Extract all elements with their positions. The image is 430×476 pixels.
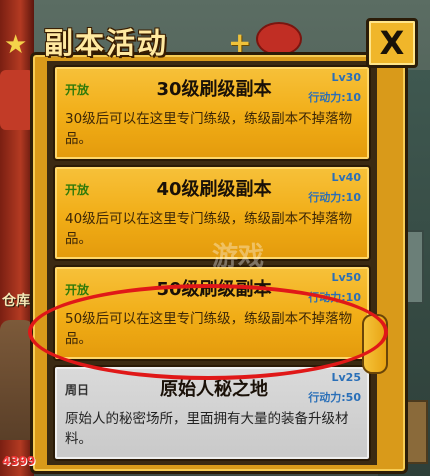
star-icon: ★ [4,30,28,60]
dungeon-card-30[interactable]: 开放 30级刷级副本 Lv30 行动力:10 30级后可以在这里专门练级，练级副… [53,65,371,161]
dungeon-action-points: 行动力:50 [308,391,361,404]
dungeon-level: Lv40 [331,171,362,184]
close-icon: X [379,24,405,62]
watermark: 游戏 [212,242,265,272]
dungeon-action-points: 行动力:10 [308,191,361,204]
dungeon-description: 原始人的秘密场所，里面拥有大量的装备升级材料。 [65,411,349,447]
character-hat [0,70,34,130]
dungeon-level: Lv30 [331,71,362,84]
warehouse-label[interactable]: 仓库 [2,290,30,310]
dungeon-action-points: 行动力:10 [308,91,361,104]
highlight-ring [28,284,388,380]
dungeon-level: Lv25 [331,371,362,384]
panel-title: 副本活动 [44,26,169,60]
close-button[interactable]: X [366,18,418,68]
dungeon-description: 30级后可以在这里专门练级，练级副本不掉落物品。 [65,111,353,147]
site-logo: 4399 [2,454,36,468]
dungeon-level: Lv50 [331,271,362,284]
red-orb-icon [256,22,302,56]
